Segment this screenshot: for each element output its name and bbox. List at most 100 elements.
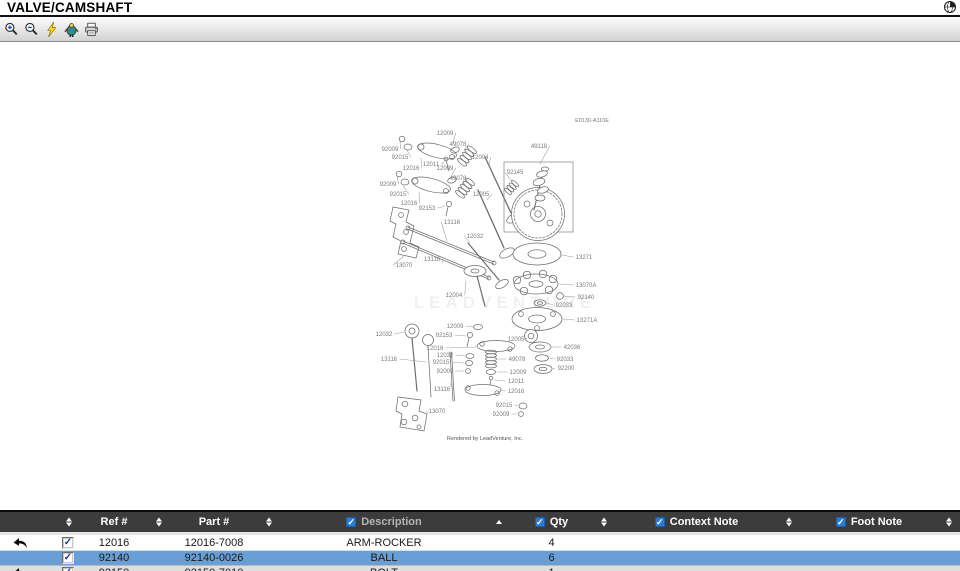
callout-leader-line — [456, 355, 465, 356]
column-visibility-checkbox[interactable]: ✓ — [346, 517, 356, 527]
column-header-part[interactable]: Part # — [170, 512, 280, 532]
part-label[interactable]: 12016 — [427, 346, 444, 352]
part-label[interactable]: 12009 — [437, 131, 454, 137]
flash-button[interactable] — [43, 20, 60, 39]
part-label[interactable]: 13116 — [434, 387, 451, 393]
exploded-parts-diagram[interactable]: LEADVENTURE — [0, 42, 960, 511]
part-label[interactable]: 13116 — [381, 357, 398, 363]
table-row[interactable]: ✓1201612016-7008ARM-ROCKER4 — [0, 535, 960, 550]
callout-leader-line — [446, 347, 476, 348]
column-visibility-checkbox[interactable]: ✓ — [535, 517, 545, 527]
column-label: Context Note — [670, 516, 738, 528]
column-header-description[interactable]: ✓Description — [280, 512, 510, 532]
part-label[interactable]: 49078 — [450, 176, 467, 182]
part-label[interactable]: 49078 — [509, 357, 526, 363]
part-label[interactable]: 92145 — [507, 170, 524, 176]
cell-context-note — [615, 535, 800, 550]
part-label[interactable]: 92009 — [380, 182, 397, 188]
part-label[interactable]: 12009 — [437, 166, 454, 172]
part-label[interactable]: 12032 — [376, 332, 393, 338]
part-label[interactable]: 12009 — [510, 370, 527, 376]
column-header-context-note[interactable]: ✓ Context Note — [615, 512, 800, 532]
part-label[interactable]: 13116 — [424, 257, 441, 263]
callout-leader-line — [495, 380, 505, 381]
globe-icon[interactable] — [943, 0, 957, 14]
sort-toggle-icon[interactable] — [946, 518, 952, 527]
cell-description: BOLT — [280, 566, 510, 571]
callout-leader-line — [438, 206, 445, 208]
part-label[interactable]: 92015 — [433, 360, 450, 366]
part-label[interactable]: 12005 — [473, 192, 490, 198]
part-label[interactable]: 42036 — [564, 345, 581, 351]
part-label[interactable]: 92009 — [437, 369, 454, 375]
part-label[interactable]: 13070 — [396, 263, 413, 269]
column-header-select[interactable] — [0, 512, 80, 532]
column-label: Foot Note — [851, 516, 902, 528]
sort-toggle-icon[interactable] — [266, 518, 272, 527]
sort-toggle-icon[interactable] — [601, 518, 607, 527]
part-label[interactable]: 13070A — [576, 283, 597, 289]
part-label[interactable]: 12011 — [508, 379, 525, 385]
callout-leader-line — [563, 319, 575, 320]
column-visibility-checkbox[interactable]: ✓ — [655, 517, 665, 527]
column-header-foot-note[interactable]: ✓ Foot Note — [800, 512, 960, 532]
sort-toggle-icon[interactable] — [786, 518, 792, 527]
part-label[interactable]: 92153 — [436, 333, 453, 339]
callout-leader-line — [562, 255, 573, 257]
table-row[interactable]: ✓9215092150-7010BOLT1 — [0, 565, 960, 571]
return-to-diagram-icon[interactable] — [12, 537, 29, 549]
part-label[interactable]: 92009 — [382, 147, 399, 153]
part-label[interactable]: 12016 — [508, 389, 525, 395]
sort-ascending-icon[interactable] — [496, 520, 502, 524]
zoom-out-button[interactable] — [23, 20, 40, 39]
part-label[interactable]: 92200 — [558, 366, 575, 372]
part-label[interactable]: 12004 — [446, 293, 463, 299]
callout-leader-line — [502, 390, 505, 391]
callout-leader-line — [419, 192, 420, 203]
part-label[interactable]: 92015 — [496, 403, 513, 409]
zoom-in-button[interactable] — [3, 20, 20, 39]
part-label[interactable]: 49118 — [531, 144, 548, 150]
part-label[interactable]: 12016 — [403, 166, 420, 172]
part-label[interactable]: 12032 — [437, 353, 454, 359]
part-label[interactable]: 12004 — [472, 155, 489, 161]
part-label[interactable]: 12005 — [508, 337, 525, 343]
row-checkbox[interactable]: ✓ — [62, 552, 74, 564]
part-label[interactable]: 92015 — [390, 192, 407, 198]
part-label[interactable]: 13116 — [444, 220, 461, 226]
cell-part: 12016-7008 — [170, 535, 280, 550]
sort-toggle-icon[interactable] — [156, 518, 162, 527]
cell-foot-note — [800, 551, 960, 565]
part-label[interactable]: 92033 — [556, 303, 573, 309]
part-label[interactable]: 92140 — [578, 295, 595, 301]
part-label[interactable]: 49078 — [450, 142, 467, 148]
row-checkbox[interactable]: ✓ — [62, 567, 74, 571]
column-header-qty[interactable]: ✓Qty — [510, 512, 615, 532]
part-label[interactable]: 12009 — [447, 324, 464, 330]
part-label[interactable]: 13070 — [429, 409, 446, 415]
part-label[interactable]: 92015 — [392, 155, 409, 161]
cell-foot-note — [800, 535, 960, 550]
part-label[interactable]: 92009 — [493, 412, 510, 418]
part-label[interactable]: 92033 — [557, 357, 574, 363]
column-visibility-checkbox[interactable]: ✓ — [836, 517, 846, 527]
table-body: ✓1201612016-7008ARM-ROCKER4✓9214092140-0… — [0, 535, 960, 571]
sort-toggle-icon[interactable] — [66, 518, 72, 527]
zoom-in-icon — [4, 22, 19, 37]
part-label[interactable]: 13271 — [576, 255, 593, 261]
page-title: VALVE/CAMSHAFT — [0, 0, 960, 15]
part-label[interactable]: 13271A — [577, 318, 598, 324]
mascot-button[interactable] — [63, 20, 80, 39]
row-checkbox[interactable]: ✓ — [62, 537, 74, 549]
part-label[interactable]: 92153 — [419, 206, 436, 212]
part-label[interactable]: 12016 — [401, 201, 418, 207]
cell-ref: 12016 — [80, 535, 170, 550]
callout-leader-line — [400, 141, 401, 149]
print-button[interactable] — [83, 20, 100, 39]
mascot-icon — [64, 22, 79, 37]
column-header-ref[interactable]: Ref # — [80, 512, 170, 532]
table-row[interactable]: ✓9214092140-0026BALL6 — [0, 550, 960, 565]
return-to-diagram-icon[interactable] — [12, 567, 29, 571]
part-label[interactable]: 12032 — [467, 234, 484, 240]
parts-catalog-screen: VALVE/CAMSHAFT — [0, 0, 960, 571]
